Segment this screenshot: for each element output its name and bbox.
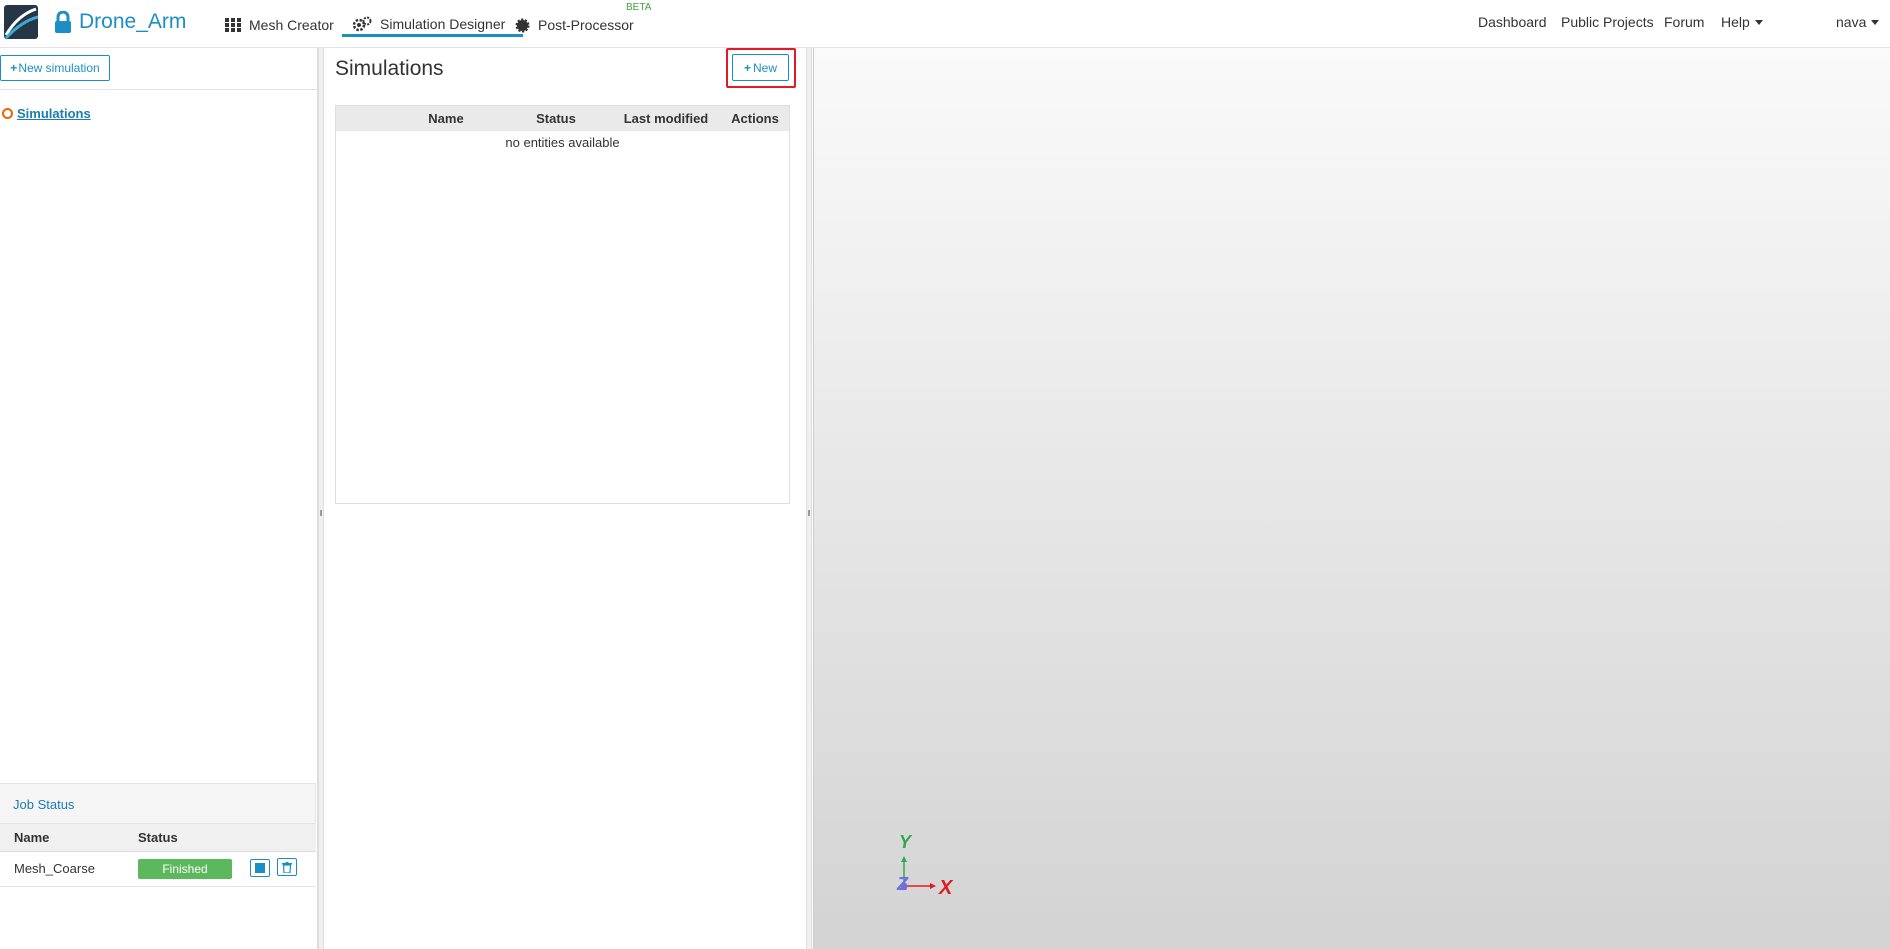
simulations-panel: Simulations + New Name Status Last modif… — [324, 48, 806, 949]
help-menu[interactable]: Help — [1721, 14, 1763, 30]
forum-link[interactable]: Forum — [1664, 14, 1704, 30]
public-projects-link[interactable]: Public Projects — [1561, 14, 1654, 30]
new-button[interactable]: + New — [732, 54, 789, 81]
job-col-status: Status — [124, 824, 316, 852]
top-navbar: Drone_Arm Mesh Creator Simulation Design… — [0, 0, 1890, 48]
plus-icon: + — [10, 61, 18, 75]
job-status-title[interactable]: Job Status — [0, 783, 316, 824]
job-status-cell: Finished — [124, 851, 316, 887]
splitter-grip — [320, 510, 322, 516]
tab-post-processor-label: Post-Processor — [538, 17, 634, 33]
col-actions: Actions — [721, 106, 789, 131]
new-simulation-button[interactable]: + New simulation — [0, 55, 110, 81]
left-panel: + New simulation Simulations Job Status … — [0, 48, 318, 949]
tab-simulation-designer[interactable]: Simulation Designer — [342, 13, 524, 37]
new-simulation-label: New simulation — [18, 61, 100, 75]
empty-message: no entities available — [505, 134, 620, 150]
beta-badge: BETA — [626, 2, 652, 13]
gears-icon — [352, 16, 372, 31]
project-name[interactable]: Drone_Arm — [79, 10, 186, 34]
y-axis-arrow — [901, 856, 907, 862]
simulations-table: Name Status Last modified Actions no ent… — [336, 106, 789, 153]
job-status-table: Name Status Mesh_Coarse Finished — [0, 824, 316, 887]
tab-simulation-designer-label: Simulation Designer — [380, 15, 506, 32]
y-axis-label: Y — [899, 832, 913, 852]
tree-item-simulations[interactable]: Simulations — [2, 106, 91, 121]
right-splitter[interactable] — [806, 48, 812, 949]
col-name[interactable]: Name — [391, 106, 501, 131]
col-last-modified[interactable]: Last modified — [611, 106, 721, 131]
lock-icon — [55, 11, 71, 33]
stop-button[interactable] — [249, 858, 270, 877]
simulations-table-container: Name Status Last modified Actions no ent… — [335, 105, 790, 504]
job-status-panel: Job Status Name Status Mesh_Coarse Finis… — [0, 783, 316, 949]
table-row: no entities available — [336, 131, 789, 153]
tab-mesh-creator-label: Mesh Creator — [249, 17, 334, 33]
user-menu[interactable]: nava — [1836, 14, 1880, 30]
user-name: nava — [1836, 14, 1867, 30]
stop-icon — [254, 862, 265, 873]
status-badge: Finished — [138, 858, 232, 879]
z-axis-label: Z — [896, 874, 909, 894]
help-menu-label: Help — [1721, 14, 1750, 30]
new-button-label: New — [753, 60, 778, 75]
chevron-down-icon — [1754, 20, 1763, 25]
delete-button[interactable] — [277, 858, 298, 877]
3d-viewport[interactable]: Y X Z — [813, 48, 1890, 949]
chevron-down-icon — [1871, 20, 1880, 25]
tree-item-simulations-label[interactable]: Simulations — [17, 106, 91, 121]
job-name: Mesh_Coarse — [0, 851, 124, 887]
col-status[interactable]: Status — [501, 106, 611, 131]
tree-node-icon — [2, 108, 13, 119]
tab-post-processor[interactable]: Post-Processor — [515, 13, 634, 37]
dashboard-link[interactable]: Dashboard — [1478, 14, 1547, 30]
splitter-grip — [808, 510, 810, 516]
trash-icon — [282, 861, 293, 873]
job-col-name: Name — [0, 824, 124, 852]
plus-icon: + — [743, 60, 751, 75]
grid-icon — [225, 18, 241, 32]
cog-icon — [515, 18, 530, 32]
table-row: Mesh_Coarse Finished — [0, 851, 316, 887]
tab-mesh-creator[interactable]: Mesh Creator — [225, 13, 334, 37]
col-spacer — [336, 106, 391, 131]
app-logo-icon[interactable] — [4, 5, 38, 39]
x-axis-arrow — [930, 883, 936, 889]
axis-gizmo: Y X Z — [896, 832, 954, 899]
x-axis-label: X — [938, 877, 954, 899]
page-title: Simulations — [335, 57, 444, 80]
left-toolbar: + New simulation — [0, 48, 318, 90]
